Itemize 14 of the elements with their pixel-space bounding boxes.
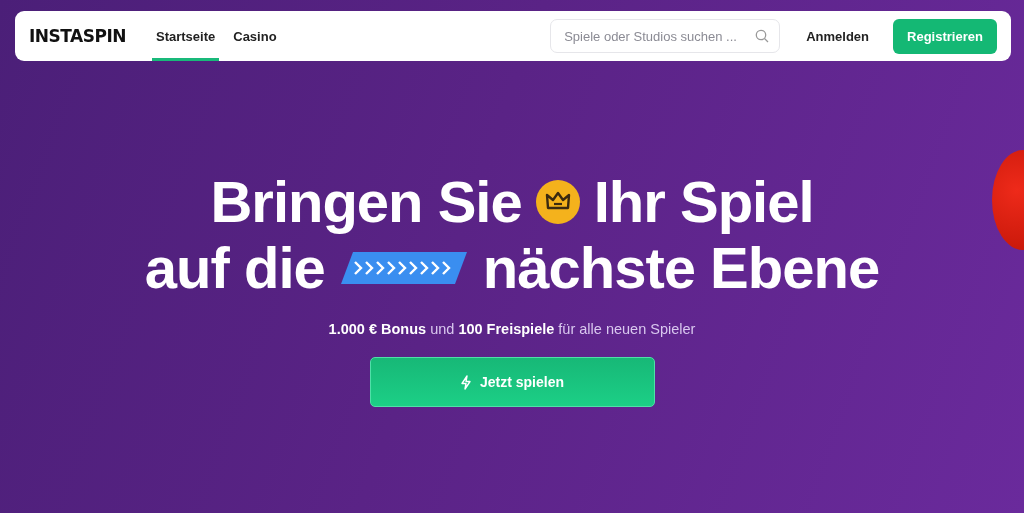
logo[interactable]: INSTASPIN [29,26,126,46]
chevrons-icon [338,250,469,286]
login-link[interactable]: Anmelden [806,28,869,44]
search-icon [755,29,770,43]
bonus-text: 1.000 € Bonus und 100 Freispiele für alle neuen Spieler [328,321,696,337]
headline-text: Ihr Spiel [593,169,814,235]
nav-tab[interactable]: Casino [229,11,281,61]
nav-tab[interactable]: Startseite [152,11,220,61]
headline-text: nächste Ebene [482,235,880,301]
headline-text: auf die [144,235,325,301]
headline-text: Bringen Sie [210,169,522,235]
lightning-icon [460,374,472,390]
crown-icon [535,180,580,224]
search-field[interactable]: Spiele oder Studios suchen ... [550,19,781,53]
